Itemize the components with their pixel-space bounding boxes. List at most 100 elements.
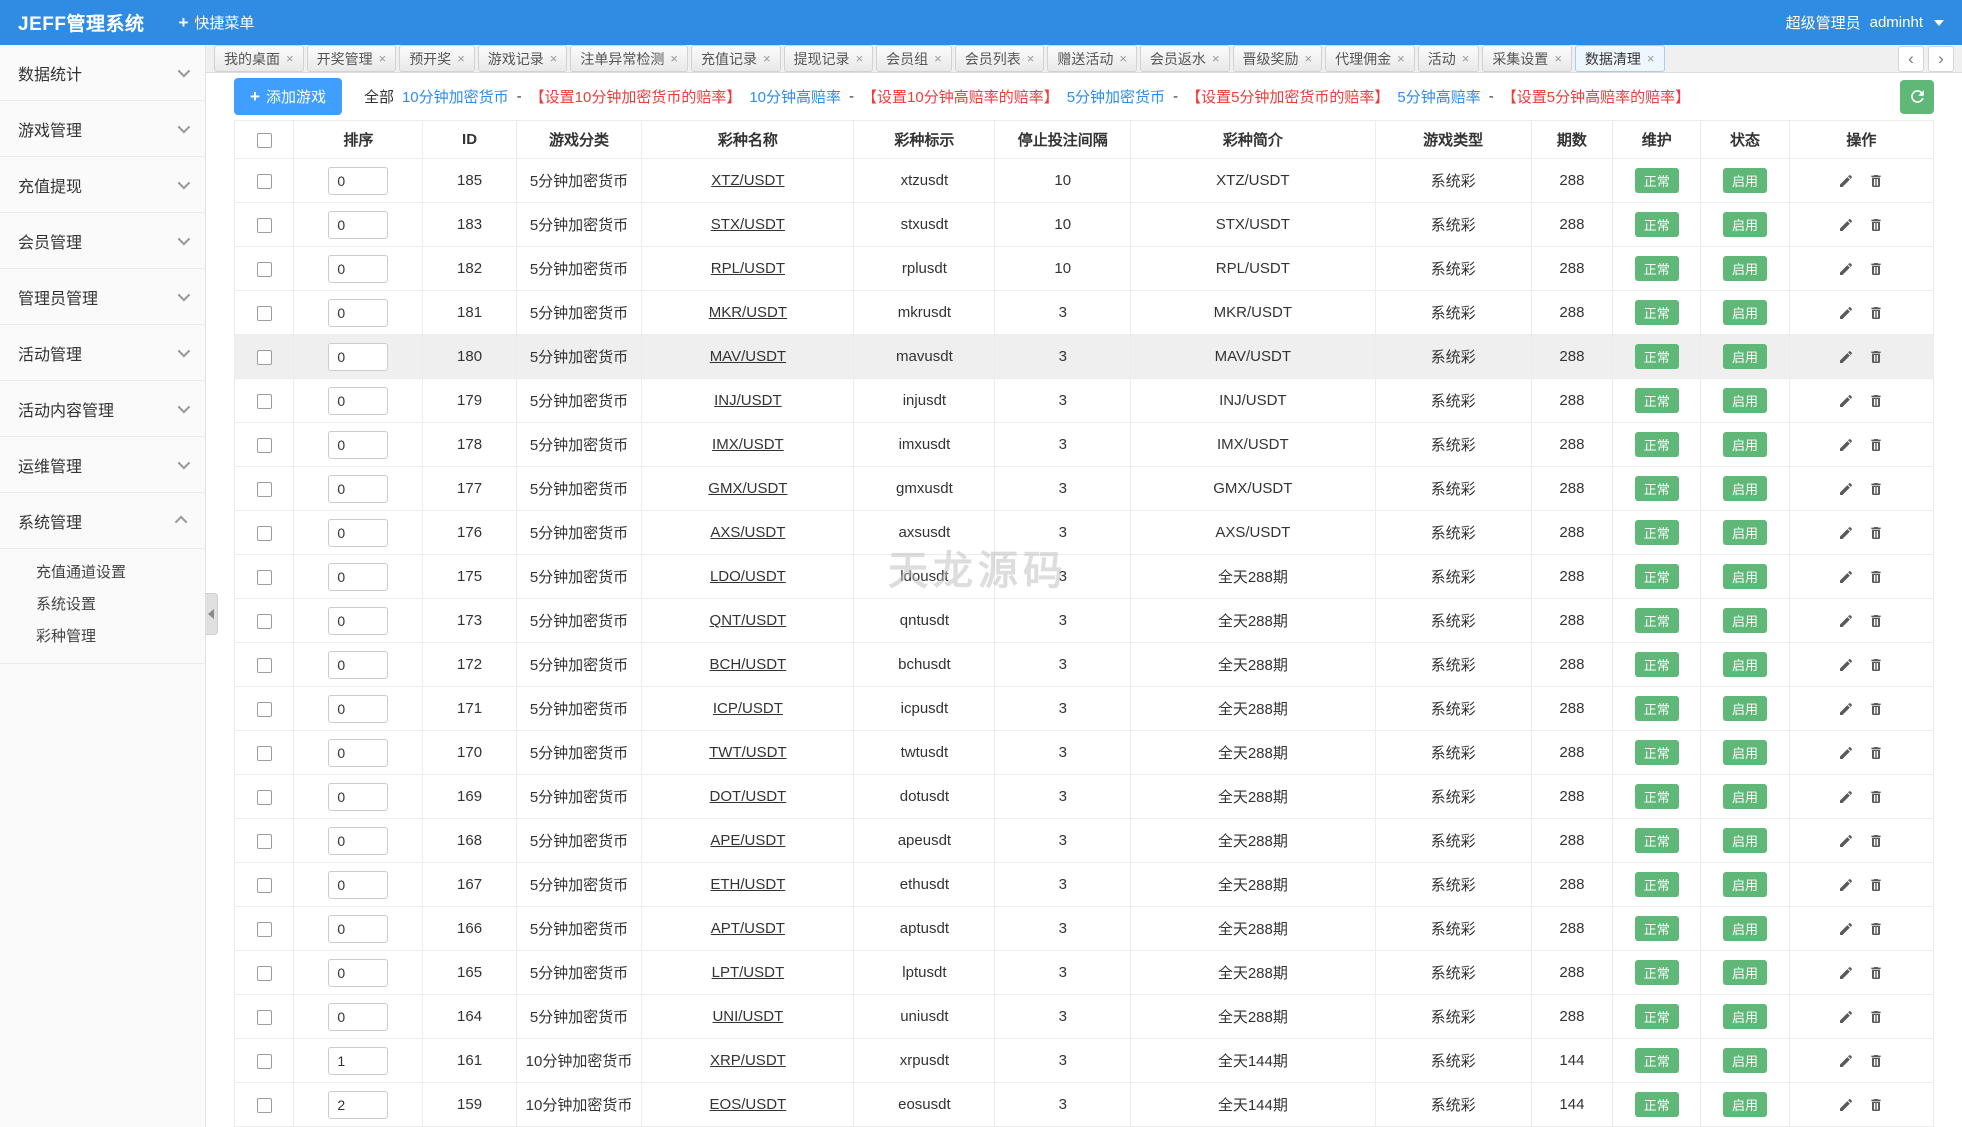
- filter-link-5[interactable]: 10分钟高赔率: [749, 86, 841, 107]
- sort-input[interactable]: [328, 783, 388, 811]
- edit-button[interactable]: [1838, 1053, 1854, 1069]
- tab-close-icon[interactable]: ×: [1397, 52, 1405, 65]
- maintain-badge[interactable]: 正常: [1635, 696, 1679, 721]
- delete-button[interactable]: [1868, 1097, 1884, 1113]
- status-badge[interactable]: 启用: [1723, 740, 1767, 765]
- maintain-badge[interactable]: 正常: [1635, 916, 1679, 941]
- lottery-name-link[interactable]: ETH/USDT: [710, 876, 785, 893]
- maintain-badge[interactable]: 正常: [1635, 168, 1679, 193]
- edit-button[interactable]: [1838, 789, 1854, 805]
- lottery-name-link[interactable]: MAV/USDT: [710, 348, 786, 365]
- status-badge[interactable]: 启用: [1723, 300, 1767, 325]
- filter-link-4[interactable]: 【设置10分钟加密货币的赔率】: [530, 86, 742, 107]
- maintain-badge[interactable]: 正常: [1635, 564, 1679, 589]
- tab-close-icon[interactable]: ×: [763, 52, 771, 65]
- edit-button[interactable]: [1838, 1097, 1854, 1113]
- delete-button[interactable]: [1868, 173, 1884, 189]
- maintain-badge[interactable]: 正常: [1635, 828, 1679, 853]
- maintain-badge[interactable]: 正常: [1635, 1048, 1679, 1073]
- delete-button[interactable]: [1868, 613, 1884, 629]
- edit-button[interactable]: [1838, 1009, 1854, 1025]
- edit-button[interactable]: [1838, 877, 1854, 893]
- maintain-badge[interactable]: 正常: [1635, 608, 1679, 633]
- tab-close-icon[interactable]: ×: [934, 52, 942, 65]
- refresh-button[interactable]: [1900, 80, 1934, 114]
- lottery-name-link[interactable]: RPL/USDT: [711, 260, 785, 277]
- lottery-name-link[interactable]: BCH/USDT: [710, 656, 787, 673]
- sort-input[interactable]: [328, 255, 388, 283]
- sort-input[interactable]: [328, 563, 388, 591]
- sidebar-item-7[interactable]: 活动内容管理: [0, 381, 205, 437]
- lottery-name-link[interactable]: XRP/USDT: [710, 1052, 786, 1069]
- tab-3[interactable]: 预开奖×: [399, 45, 475, 72]
- sort-input[interactable]: [328, 827, 388, 855]
- lottery-name-link[interactable]: LDO/USDT: [710, 568, 786, 585]
- lottery-name-link[interactable]: INJ/USDT: [714, 392, 782, 409]
- sort-input[interactable]: [328, 343, 388, 371]
- sort-input[interactable]: [328, 387, 388, 415]
- lottery-name-link[interactable]: IMX/USDT: [712, 436, 784, 453]
- sort-input[interactable]: [328, 431, 388, 459]
- sidebar-item-8[interactable]: 运维管理: [0, 437, 205, 493]
- row-checkbox[interactable]: [257, 526, 272, 541]
- status-badge[interactable]: 启用: [1723, 784, 1767, 809]
- row-checkbox[interactable]: [257, 702, 272, 717]
- delete-button[interactable]: [1868, 261, 1884, 277]
- tab-close-icon[interactable]: ×: [1305, 52, 1313, 65]
- lottery-name-link[interactable]: UNI/USDT: [712, 1008, 783, 1025]
- row-checkbox[interactable]: [257, 482, 272, 497]
- row-checkbox[interactable]: [257, 306, 272, 321]
- tab-10[interactable]: 赠送活动×: [1047, 45, 1137, 72]
- edit-button[interactable]: [1838, 349, 1854, 365]
- sidebar-collapse-handle[interactable]: [205, 593, 218, 635]
- tab-13[interactable]: 代理佣金×: [1325, 45, 1415, 72]
- tab-close-icon[interactable]: ×: [1119, 52, 1127, 65]
- sort-input[interactable]: [328, 167, 388, 195]
- lottery-name-link[interactable]: EOS/USDT: [710, 1096, 787, 1113]
- row-checkbox[interactable]: [257, 262, 272, 277]
- filter-link-2[interactable]: 10分钟加密货币: [402, 86, 509, 107]
- maintain-badge[interactable]: 正常: [1635, 256, 1679, 281]
- sidebar-subitem-3[interactable]: 彩种管理: [0, 621, 205, 653]
- row-checkbox[interactable]: [257, 570, 272, 585]
- lottery-name-link[interactable]: QNT/USDT: [710, 612, 787, 629]
- maintain-badge[interactable]: 正常: [1635, 960, 1679, 985]
- edit-button[interactable]: [1838, 173, 1854, 189]
- sidebar-item-4[interactable]: 会员管理: [0, 213, 205, 269]
- sidebar-item-5[interactable]: 管理员管理: [0, 269, 205, 325]
- edit-button[interactable]: [1838, 217, 1854, 233]
- filter-link-8[interactable]: 5分钟加密货币: [1067, 86, 1165, 107]
- sidebar-subitem-1[interactable]: 充值通道设置: [0, 557, 205, 589]
- status-badge[interactable]: 启用: [1723, 476, 1767, 501]
- filter-link-10[interactable]: 【设置5分钟加密货币的赔率】: [1186, 86, 1389, 107]
- sidebar-subitem-2[interactable]: 系统设置: [0, 589, 205, 621]
- row-checkbox[interactable]: [257, 174, 272, 189]
- status-badge[interactable]: 启用: [1723, 916, 1767, 941]
- delete-button[interactable]: [1868, 393, 1884, 409]
- sort-input[interactable]: [328, 1047, 388, 1075]
- status-badge[interactable]: 启用: [1723, 1092, 1767, 1117]
- maintain-badge[interactable]: 正常: [1635, 784, 1679, 809]
- sidebar-item-2[interactable]: 游戏管理: [0, 101, 205, 157]
- select-all-checkbox[interactable]: [257, 133, 272, 148]
- maintain-badge[interactable]: 正常: [1635, 520, 1679, 545]
- sort-input[interactable]: [328, 915, 388, 943]
- tab-close-icon[interactable]: ×: [286, 52, 294, 65]
- edit-button[interactable]: [1838, 481, 1854, 497]
- tab-8[interactable]: 会员组×: [876, 45, 952, 72]
- edit-button[interactable]: [1838, 569, 1854, 585]
- status-badge[interactable]: 启用: [1723, 432, 1767, 457]
- lottery-name-link[interactable]: GMX/USDT: [708, 480, 787, 497]
- tab-16[interactable]: 数据清理×: [1575, 45, 1665, 72]
- tab-close-icon[interactable]: ×: [550, 52, 558, 65]
- status-badge[interactable]: 启用: [1723, 652, 1767, 677]
- quick-menu-button[interactable]: + 快捷菜单: [178, 12, 254, 33]
- maintain-badge[interactable]: 正常: [1635, 652, 1679, 677]
- tab-11[interactable]: 会员返水×: [1140, 45, 1230, 72]
- tab-2[interactable]: 开奖管理×: [307, 45, 397, 72]
- lottery-name-link[interactable]: STX/USDT: [711, 216, 785, 233]
- lottery-name-link[interactable]: MKR/USDT: [709, 304, 787, 321]
- maintain-badge[interactable]: 正常: [1635, 740, 1679, 765]
- maintain-badge[interactable]: 正常: [1635, 432, 1679, 457]
- edit-button[interactable]: [1838, 437, 1854, 453]
